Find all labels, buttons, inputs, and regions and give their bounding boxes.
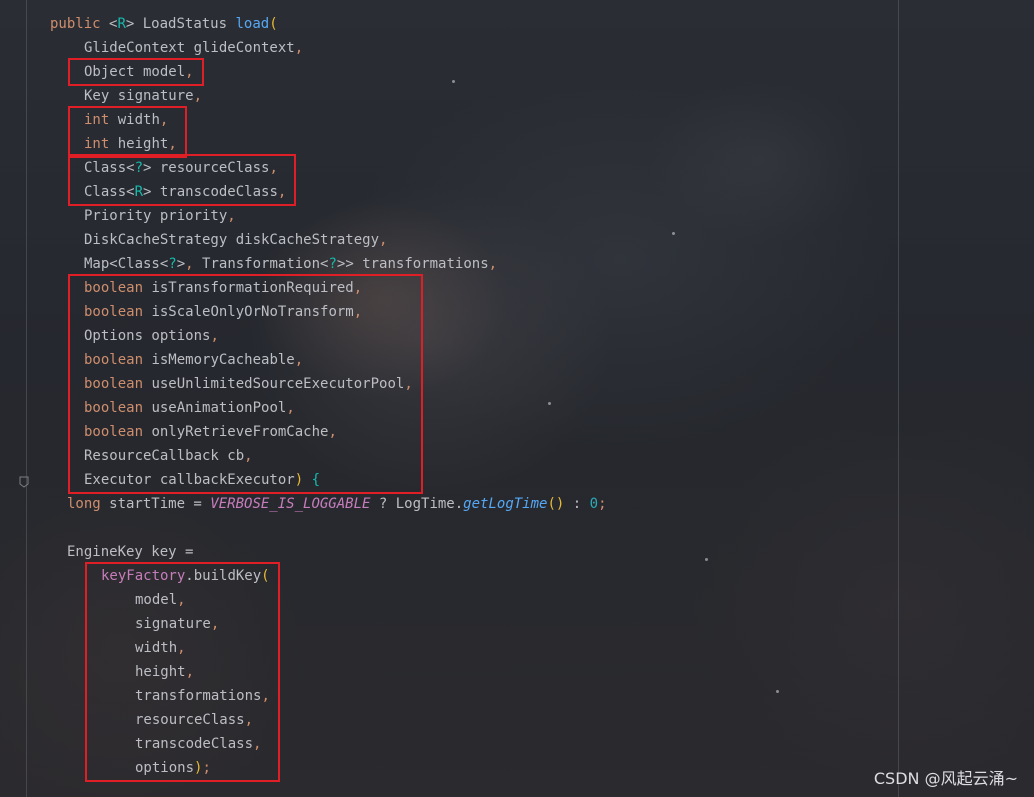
gutter-divider <box>26 0 27 797</box>
code-token: startTime = <box>100 496 211 512</box>
code-token: Priority priority <box>84 208 228 224</box>
code-token: : <box>564 496 590 512</box>
code-line[interactable]: long startTime = VERBOSE_IS_LOGGABLE ? L… <box>67 492 607 516</box>
code-line[interactable]: EngineKey key = <box>67 540 193 564</box>
code-line[interactable]: DiskCacheStrategy diskCacheStrategy, <box>84 228 387 252</box>
highlight-box-class-params <box>68 154 297 206</box>
code-token: , <box>185 256 194 272</box>
code-token: getLogTime <box>463 496 548 512</box>
star-dot <box>672 232 675 235</box>
code-token: > <box>176 256 186 272</box>
code-line[interactable]: Key signature, <box>84 84 202 108</box>
code-token: R <box>117 16 126 32</box>
code-token: , <box>193 88 203 104</box>
code-line[interactable]: Priority priority, <box>84 204 236 228</box>
watermark: CSDN @风起云涌~ <box>873 769 1018 788</box>
code-line[interactable]: Map<Class<?>, Transformation<?>> transfo… <box>84 252 497 276</box>
highlight-box-size-params <box>68 106 187 158</box>
code-token: Key signature <box>84 88 194 104</box>
code-token: GlideContext glideContext <box>84 40 295 56</box>
code-token: Transformation< <box>193 256 329 272</box>
code-token: EngineKey key = <box>67 544 194 560</box>
highlight-box-flag-params <box>68 274 423 494</box>
code-token: DiskCacheStrategy diskCacheStrategy <box>84 232 380 248</box>
star-dot <box>452 80 455 83</box>
highlight-box-model-param <box>68 58 204 86</box>
code-token: Map<Class< <box>84 256 169 272</box>
code-line[interactable]: public <R> LoadStatus load( <box>50 12 278 36</box>
code-token: VERBOSE_IS_LOGGABLE <box>210 496 371 512</box>
star-dot <box>776 690 779 693</box>
code-token: ? <box>328 256 337 272</box>
code-token: ; <box>598 496 607 512</box>
highlight-box-buildkey-call <box>85 562 280 782</box>
right-margin-guide <box>898 0 899 797</box>
code-token: () <box>547 496 565 512</box>
code-token: ? <box>168 256 177 272</box>
code-token: long <box>67 496 101 512</box>
code-line[interactable]: GlideContext glideContext, <box>84 36 303 60</box>
fold-marker-icon[interactable] <box>19 476 29 488</box>
code-token: ? LogTime. <box>370 496 464 512</box>
code-token: > LoadStatus <box>125 16 236 32</box>
code-token: , <box>227 208 236 224</box>
code-token: , <box>379 232 388 248</box>
code-token: >> transformations <box>336 256 489 272</box>
code-token: 0 <box>589 496 599 512</box>
code-token: load <box>235 16 270 32</box>
star-dot <box>548 402 551 405</box>
code-token: , <box>294 40 304 56</box>
star-dot <box>705 558 708 561</box>
code-token: , <box>488 256 498 272</box>
code-token: ( <box>269 16 278 32</box>
code-token: public <box>50 16 110 32</box>
